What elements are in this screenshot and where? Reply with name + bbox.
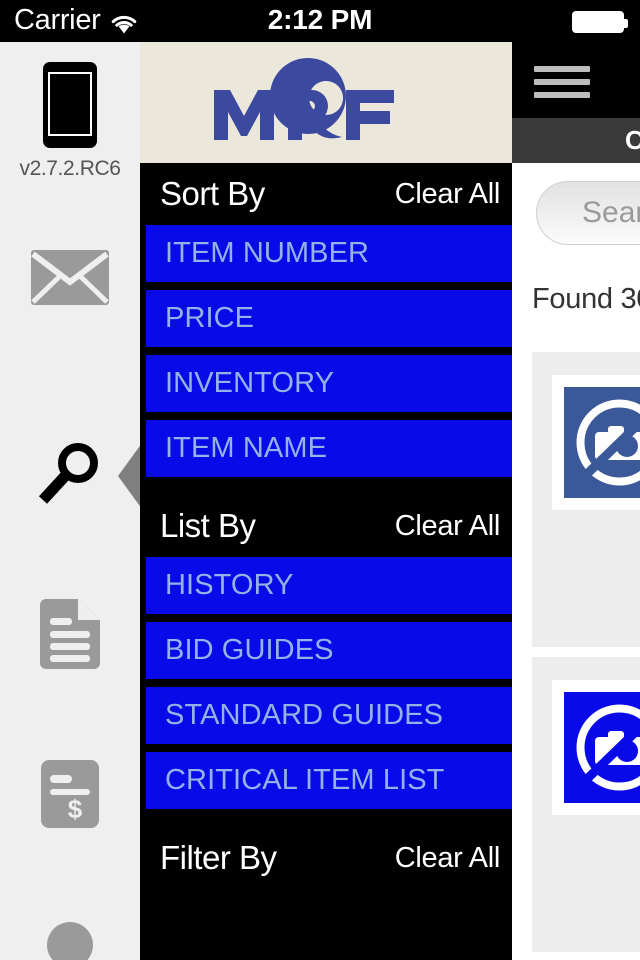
content-navbar (512, 42, 640, 118)
sort-option[interactable]: ITEM NUMBER (146, 225, 512, 282)
sort-option-label: ITEM NUMBER (165, 237, 370, 269)
list-option-label: HISTORY (165, 569, 294, 601)
search-bar-container: Search (512, 163, 640, 263)
filter-options-scroll[interactable]: Sort By Clear All ITEM NUMBER PRICE INVE… (140, 163, 512, 960)
section-header-list-by: List By Clear All (140, 495, 512, 557)
list-option[interactable]: CRITICAL ITEM LIST (146, 752, 512, 809)
list-option[interactable]: HISTORY (146, 557, 512, 614)
invoice-dollar-icon: $ (41, 760, 99, 828)
sort-option-label: PRICE (165, 302, 255, 334)
section-title: Filter By (160, 839, 277, 876)
results-count-label: Found 30 Items (512, 263, 640, 336)
section-header-sort-by: Sort By Clear All (140, 163, 512, 225)
list-option[interactable]: BID GUIDES (146, 622, 512, 679)
main-content-panel: CATALOG Search Found 30 Items (512, 42, 640, 960)
sidebar-item-invoices[interactable]: $ (0, 760, 140, 828)
status-bar-time: 2:12 PM (267, 4, 373, 35)
section-divider (140, 485, 512, 495)
hamburger-menu-icon[interactable] (534, 66, 590, 98)
list-item-thumbnail-card (552, 680, 640, 815)
list-option[interactable]: STANDARD GUIDES (146, 687, 512, 744)
app-screen: Carrier 2:12 PM CATALOG Search (0, 0, 640, 960)
sort-option-label: INVENTORY (165, 367, 335, 399)
clear-all-button[interactable]: Clear All (395, 842, 502, 875)
list-option-label: CRITICAL ITEM LIST (165, 764, 445, 796)
envelope-icon (31, 250, 109, 305)
sidebar-rail: v2.7.2.RC6 $ (0, 42, 142, 960)
person-icon (32, 922, 108, 960)
sidebar-item-messages[interactable] (0, 250, 140, 305)
section-title: List By (160, 507, 256, 544)
clear-all-button[interactable]: Clear All (395, 510, 502, 543)
list-item[interactable] (532, 657, 640, 952)
sidebar-item-account[interactable] (0, 922, 140, 960)
section-header-filter-by: Filter By Clear All (140, 827, 512, 889)
section-divider (140, 817, 512, 827)
no-photo-icon (564, 692, 640, 803)
app-version-label: v2.7.2.RC6 (19, 157, 121, 180)
document-icon (40, 599, 100, 669)
phone-device-icon (43, 62, 97, 148)
list-option-label: BID GUIDES (165, 634, 334, 666)
filter-drawer: Sort By Clear All ITEM NUMBER PRICE INVE… (140, 42, 512, 960)
sort-option[interactable]: PRICE (146, 290, 512, 347)
list-item[interactable] (532, 352, 640, 647)
battery-icon (572, 11, 628, 33)
sidebar-item-documents[interactable] (0, 599, 140, 669)
search-input[interactable]: Search (536, 181, 640, 245)
list-item-thumbnail-card (552, 375, 640, 510)
active-tab-pointer (118, 443, 142, 509)
no-photo-icon (564, 387, 640, 498)
svg-text:$: $ (68, 794, 83, 824)
sort-option-label: ITEM NAME (165, 432, 328, 464)
mrf-logo (140, 42, 512, 163)
sidebar-item-device[interactable]: v2.7.2.RC6 (0, 62, 140, 181)
list-option-label: STANDARD GUIDES (165, 699, 444, 731)
sort-option[interactable]: INVENTORY (146, 355, 512, 412)
sort-option[interactable]: ITEM NAME (146, 420, 512, 477)
section-title: Sort By (160, 175, 265, 212)
page-title: CATALOG (512, 118, 640, 163)
status-bar: Carrier 2:12 PM (0, 0, 640, 42)
magnifier-icon (35, 440, 105, 510)
clear-all-button[interactable]: Clear All (395, 178, 502, 211)
